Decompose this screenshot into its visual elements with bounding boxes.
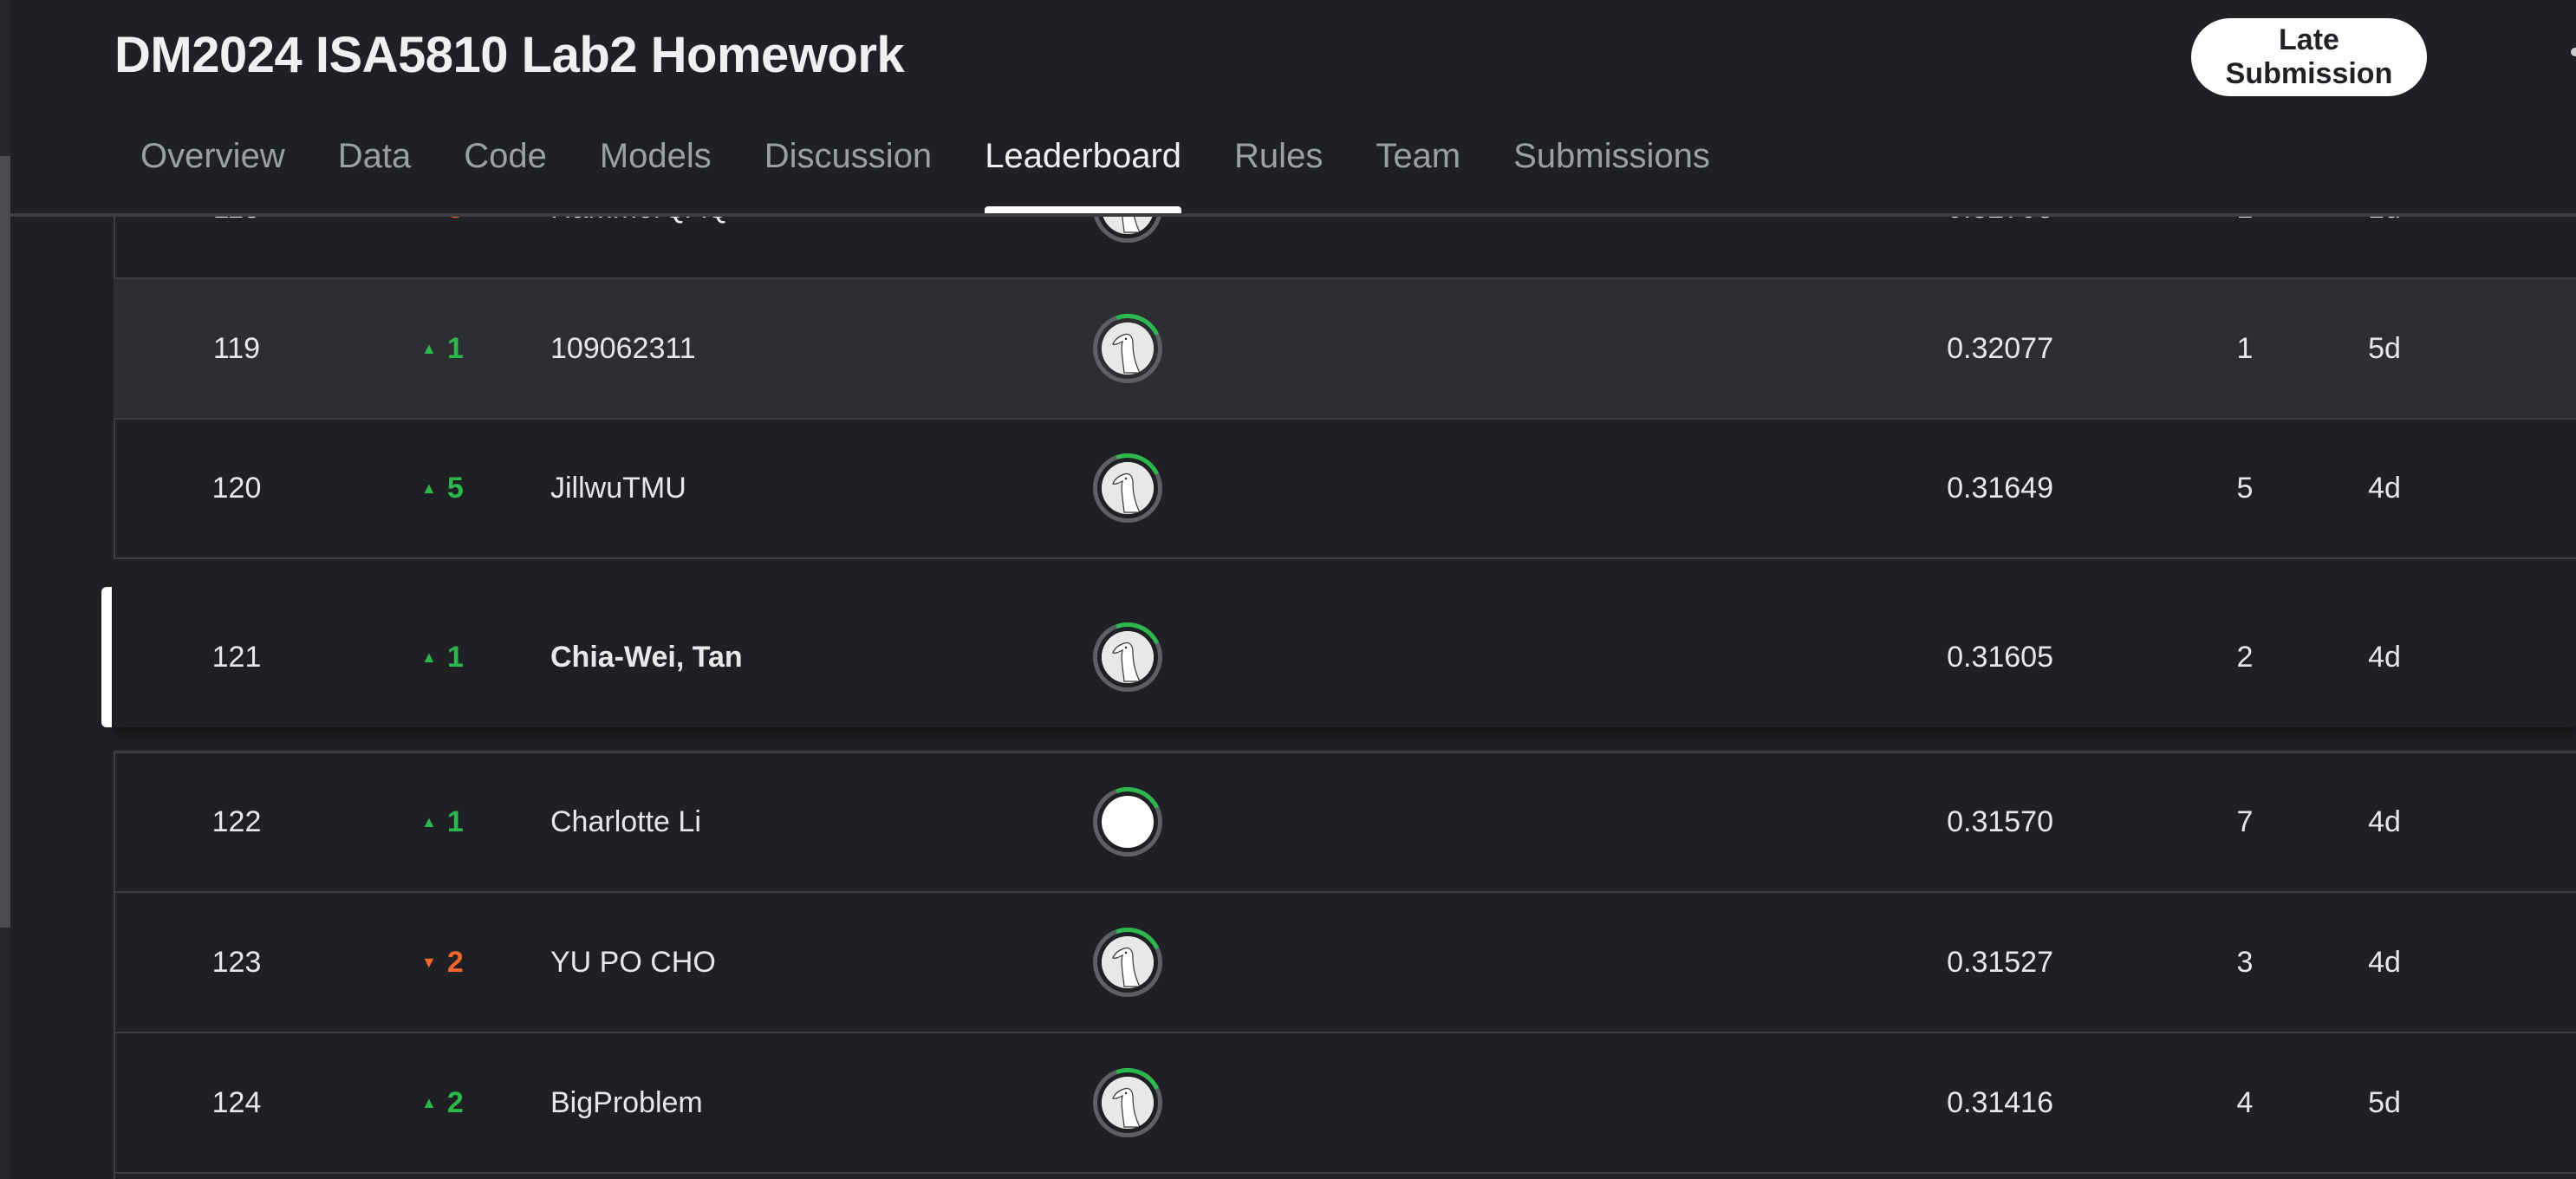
tab-bar: Overview Data Code Models Discussion Lea… [140, 137, 1763, 213]
avatar[interactable] [1093, 752, 1162, 891]
triangle-up-icon: ▲ [421, 1093, 437, 1111]
score: 0.32077 [1947, 331, 2053, 365]
blank-avatar-icon [1102, 796, 1154, 848]
tab-submissions[interactable]: Submissions [1513, 137, 1710, 213]
score: 0.31605 [1947, 640, 2053, 674]
triangle-up-icon: ▲ [421, 479, 437, 497]
page-title: DM2024 ISA5810 Lab2 Homework [114, 27, 905, 83]
entries-count: 3 [2236, 945, 2254, 979]
entries-count: 7 [2236, 804, 2254, 838]
rank: 122 [211, 804, 262, 838]
late-submission-button[interactable]: Late Submission [2191, 18, 2427, 96]
goose-avatar-icon [1102, 1077, 1154, 1129]
team-name[interactable]: Charlotte Li [550, 752, 701, 891]
rank-change-value: 5 [446, 471, 464, 505]
avatar[interactable] [1093, 893, 1162, 1032]
last-submission: 5d [2368, 331, 2401, 365]
rank-change-value: 1 [446, 331, 464, 365]
last-submission: 4d [2368, 471, 2401, 505]
team-name[interactable]: JillwuTMU [550, 419, 686, 557]
rank-change: ▲ 1 [421, 279, 464, 418]
rank: 124 [211, 1085, 262, 1119]
more-options-icon[interactable] [2571, 48, 2576, 56]
last-submission: 4d [2368, 804, 2401, 838]
triangle-up-icon: ▲ [421, 812, 437, 831]
avatar-progress-ring [1093, 453, 1162, 523]
team-name[interactable]: YU PO CHO [550, 893, 716, 1032]
leaderboard-row[interactable]: 120 ▲ 5 JillwuTMU 0.31649 5 4d [114, 419, 2576, 559]
avatar-progress-ring [1093, 314, 1162, 383]
entries-count: 1 [2236, 331, 2254, 365]
avatar[interactable] [1093, 419, 1162, 557]
entries-count: 2 [2236, 640, 2254, 674]
score: 0.31416 [1947, 1085, 2053, 1119]
last-submission: 4d [2368, 640, 2401, 674]
rank: 119 [212, 331, 261, 365]
triangle-up-icon: ▲ [421, 339, 437, 357]
last-submission: 4d [2368, 945, 2401, 979]
triangle-up-icon: ▲ [421, 648, 437, 666]
leaderboard-row[interactable]: 119 ▲ 1 109062311 0.32077 1 5d [114, 279, 2576, 420]
rank-change-value: 2 [446, 945, 464, 979]
score: 0.31570 [1947, 804, 2053, 838]
tab-rules[interactable]: Rules [1234, 137, 1323, 213]
rank: 120 [211, 471, 262, 505]
rank-change-value: 1 [446, 804, 464, 838]
score: 0.31527 [1947, 945, 2053, 979]
rank-change: ▲ 2 [421, 1033, 464, 1172]
avatar[interactable] [1093, 1033, 1162, 1172]
rank-change-value: 1 [446, 640, 464, 674]
avatar-progress-ring [1093, 787, 1162, 857]
tab-data[interactable]: Data [338, 137, 412, 213]
tab-models[interactable]: Models [600, 137, 712, 213]
goose-avatar-icon [1102, 322, 1154, 375]
entries-count: 4 [2236, 1085, 2254, 1119]
tab-overview[interactable]: Overview [140, 137, 285, 213]
tab-discussion[interactable]: Discussion [764, 137, 932, 213]
scrollbar-thumb[interactable] [0, 156, 10, 928]
scrollbar-track[interactable] [0, 0, 10, 1179]
score: 0.31649 [1947, 471, 2053, 505]
triangle-down-icon: ▼ [421, 953, 437, 971]
avatar[interactable] [1093, 279, 1162, 418]
goose-avatar-icon [1102, 631, 1154, 683]
leaderboard-row[interactable]: 122 ▲ 1 Charlotte Li 0.31570 7 4d [114, 752, 2576, 893]
rank: 121 [211, 640, 262, 674]
team-name[interactable]: BigProblem [550, 1033, 703, 1172]
team-name[interactable]: Chia-Wei, Tan [550, 587, 743, 727]
competition-header: DM2024 ISA5810 Lab2 Homework Late Submis… [10, 0, 2576, 217]
current-user-indicator [101, 587, 112, 727]
avatar-progress-ring [1093, 1068, 1162, 1137]
rank: 123 [211, 945, 262, 979]
avatar-progress-ring [1093, 622, 1162, 692]
goose-avatar-icon [1102, 462, 1154, 514]
team-name[interactable]: 109062311 [550, 279, 696, 418]
last-submission: 5d [2368, 1085, 2401, 1119]
avatar[interactable] [1093, 587, 1162, 727]
leaderboard-row-current-user[interactable]: 121 ▲ 1 Chia-Wei, Tan 0.31605 2 4d [101, 587, 2576, 727]
goose-avatar-icon [1102, 936, 1154, 988]
entries-count: 5 [2236, 471, 2254, 505]
rank-change: ▲ 5 [421, 419, 464, 557]
avatar-progress-ring [1093, 928, 1162, 997]
tab-leaderboard[interactable]: Leaderboard [985, 137, 1181, 213]
leaderboard-row[interactable]: 124 ▲ 2 BigProblem 0.31416 4 5d [114, 1033, 2576, 1174]
rank-change: ▼ 2 [421, 893, 464, 1032]
tab-team[interactable]: Team [1376, 137, 1460, 213]
rank-change: ▲ 1 [421, 752, 464, 891]
rank-change-value: 2 [446, 1085, 464, 1119]
tab-code[interactable]: Code [464, 137, 547, 213]
leaderboard-row[interactable]: 123 ▼ 2 YU PO CHO 0.31527 3 4d [114, 893, 2576, 1033]
rank-change: ▲ 1 [421, 587, 464, 727]
